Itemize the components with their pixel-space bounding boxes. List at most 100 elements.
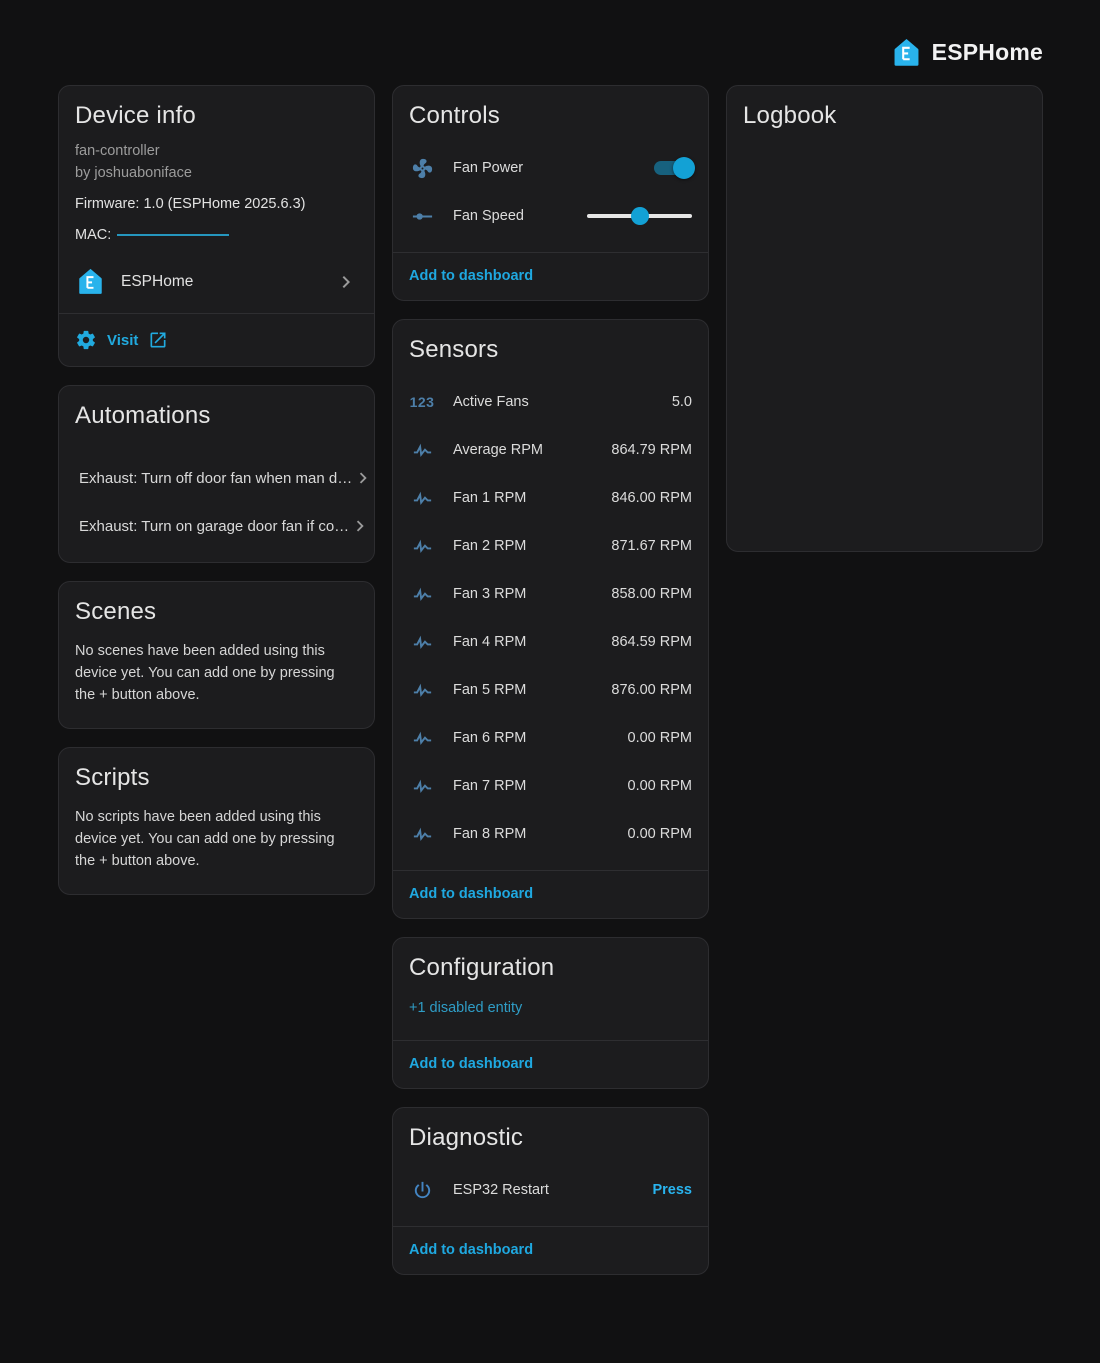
automations-title: Automations	[59, 386, 374, 438]
diagnostic-card: Diagnostic ESP32 Restart Press Add to da…	[392, 1107, 709, 1275]
pulse-icon	[409, 535, 435, 558]
add-to-dashboard-link[interactable]: Add to dashboard	[409, 1056, 533, 1072]
pulse-icon	[409, 823, 435, 846]
automation-row[interactable]: Exhaust: Turn off door fan when man d…	[59, 454, 374, 502]
add-to-dashboard-link[interactable]: Add to dashboard	[409, 1242, 533, 1258]
device-by-line: by joshuaboniface	[75, 162, 358, 184]
sensor-value: 846.00 RPM	[611, 490, 692, 506]
control-name: Fan Power	[453, 160, 523, 176]
sensor-value: 876.00 RPM	[611, 682, 692, 698]
brand-logo: ESPHome	[890, 36, 1043, 69]
sensor-name: Average RPM	[453, 442, 543, 458]
diagnostic-name: ESP32 Restart	[453, 1182, 549, 1198]
sensor-row[interactable]: Fan 8 RPM 0.00 RPM	[393, 810, 708, 858]
sensor-value: 871.67 RPM	[611, 538, 692, 554]
sensor-name: Fan 5 RPM	[453, 682, 526, 698]
add-to-dashboard-link[interactable]: Add to dashboard	[409, 268, 533, 284]
pulse-icon	[409, 679, 435, 702]
sensor-value: 5.0	[672, 394, 692, 410]
sensors-title: Sensors	[393, 320, 708, 372]
slider-thumb[interactable]	[631, 207, 649, 225]
fan-speed-slider[interactable]	[587, 214, 692, 218]
controls-title: Controls	[393, 86, 708, 138]
press-button[interactable]: Press	[652, 1182, 692, 1198]
automation-row[interactable]: Exhaust: Turn on garage door fan if co…	[59, 502, 374, 550]
configuration-footer: Add to dashboard	[393, 1040, 708, 1088]
logbook-title: Logbook	[727, 86, 1042, 138]
pulse-icon	[409, 487, 435, 510]
sensor-name: Active Fans	[453, 394, 529, 410]
integration-name: ESPHome	[121, 273, 193, 291]
pulse-icon	[409, 583, 435, 606]
esphome-logo-icon	[890, 36, 923, 69]
brand-name: ESPHome	[932, 39, 1043, 66]
firmware-line: Firmware: 1.0 (ESPHome 2025.6.3)	[75, 193, 358, 215]
scripts-card: Scripts No scripts have been added using…	[58, 747, 375, 895]
sensor-name: Fan 2 RPM	[453, 538, 526, 554]
device-info-card: Device info fan-controller by joshuaboni…	[58, 85, 375, 367]
fan-power-toggle[interactable]	[654, 161, 692, 175]
sensor-value: 0.00 RPM	[628, 826, 692, 842]
mac-label: MAC:	[75, 224, 111, 246]
column-right: Logbook	[726, 85, 1043, 1275]
chevron-right-icon	[334, 270, 358, 294]
controls-card: Controls Fan Power Fan Speed	[392, 85, 709, 301]
configuration-card: Configuration +1 disabled entity Add to …	[392, 937, 709, 1089]
pulse-icon	[409, 439, 435, 462]
numeric-icon: 123	[409, 394, 435, 410]
pulse-icon	[409, 631, 435, 654]
disabled-entities-link[interactable]: +1 disabled entity	[393, 990, 708, 1040]
pulse-icon	[409, 727, 435, 750]
logbook-card: Logbook	[726, 85, 1043, 552]
control-name: Fan Speed	[453, 208, 524, 224]
automation-name: Exhaust: Turn on garage door fan if co…	[79, 518, 349, 535]
add-to-dashboard-link[interactable]: Add to dashboard	[409, 886, 533, 902]
device-name: fan-controller	[75, 140, 358, 162]
controls-footer: Add to dashboard	[393, 252, 708, 300]
chevron-right-icon	[349, 515, 371, 537]
sensors-footer: Add to dashboard	[393, 870, 708, 918]
open-in-new-icon	[148, 330, 168, 350]
automation-name: Exhaust: Turn off door fan when man d…	[79, 470, 352, 487]
power-icon	[409, 1179, 435, 1202]
scripts-empty-text: No scripts have been added using this de…	[59, 800, 374, 894]
diagnostic-footer: Add to dashboard	[393, 1226, 708, 1274]
mac-redacted-value	[117, 234, 229, 236]
sensor-row[interactable]: Fan 4 RPM 864.59 RPM	[393, 618, 708, 666]
column-middle: Controls Fan Power Fan Speed	[392, 85, 709, 1275]
device-info-title: Device info	[59, 86, 374, 138]
scenes-empty-text: No scenes have been added using this dev…	[59, 634, 374, 728]
sensor-row[interactable]: Fan 2 RPM 871.67 RPM	[393, 522, 708, 570]
scenes-card: Scenes No scenes have been added using t…	[58, 581, 375, 729]
sensor-name: Fan 6 RPM	[453, 730, 526, 746]
scenes-title: Scenes	[59, 582, 374, 634]
mac-line: MAC:	[75, 224, 358, 246]
slider-icon	[409, 205, 435, 228]
sensor-name: Fan 8 RPM	[453, 826, 526, 842]
automations-card: Automations Exhaust: Turn off door fan w…	[58, 385, 375, 563]
diagnostic-row-esp32-restart[interactable]: ESP32 Restart Press	[393, 1166, 708, 1214]
visit-label: Visit	[107, 332, 138, 349]
sensor-row[interactable]: Fan 1 RPM 846.00 RPM	[393, 474, 708, 522]
sensors-card: Sensors 123 Active Fans 5.0 Average RPM …	[392, 319, 709, 919]
control-row-fan-power[interactable]: Fan Power	[393, 144, 708, 192]
sensor-value: 864.79 RPM	[611, 442, 692, 458]
sensor-row[interactable]: Fan 6 RPM 0.00 RPM	[393, 714, 708, 762]
sensor-name: Fan 1 RPM	[453, 490, 526, 506]
pulse-icon	[409, 775, 435, 798]
sensor-name: Fan 4 RPM	[453, 634, 526, 650]
integration-row-esphome[interactable]: ESPHome	[59, 250, 374, 313]
configuration-title: Configuration	[393, 938, 708, 990]
sensor-row[interactable]: Fan 3 RPM 858.00 RPM	[393, 570, 708, 618]
sensor-row[interactable]: Fan 5 RPM 876.00 RPM	[393, 666, 708, 714]
sensor-value: 0.00 RPM	[628, 778, 692, 794]
sensor-row[interactable]: Fan 7 RPM 0.00 RPM	[393, 762, 708, 810]
sensor-name: Fan 3 RPM	[453, 586, 526, 602]
sensor-value: 0.00 RPM	[628, 730, 692, 746]
gear-icon	[75, 329, 97, 351]
sensor-value: 858.00 RPM	[611, 586, 692, 602]
sensor-row[interactable]: Average RPM 864.79 RPM	[393, 426, 708, 474]
control-row-fan-speed[interactable]: Fan Speed	[393, 192, 708, 240]
sensor-row[interactable]: 123 Active Fans 5.0	[393, 378, 708, 426]
visit-link[interactable]: Visit	[59, 314, 374, 366]
